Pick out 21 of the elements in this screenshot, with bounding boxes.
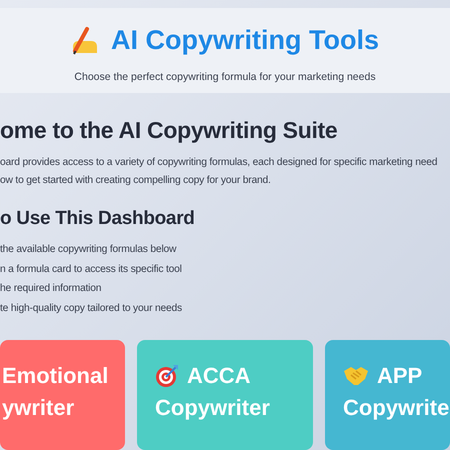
card-title: Copywrite	[343, 394, 450, 422]
card-title: APP	[377, 362, 422, 390]
target-icon	[155, 364, 179, 388]
formula-card[interactable]: APP Copywrite	[325, 340, 450, 450]
page-title: AI Copywriting Tools	[111, 25, 379, 56]
intro-text-line: oard provides access to a variety of copywriting formulas, each designed for specific marketing need	[0, 156, 438, 170]
guide-step: he required information	[0, 279, 450, 298]
formula-card[interactable]: Emotional ywriter	[0, 340, 125, 450]
guide-step: te high-quality copy tailored to your needs	[0, 298, 450, 318]
card-title: ACCA	[187, 362, 251, 390]
intro-text-line: ow to get started with creating compelling copy for your brand.	[0, 174, 272, 188]
guide-step: the available copywriting formulas below	[0, 240, 450, 260]
guide-heading: o Use This Dashboard	[0, 208, 196, 230]
card-title: ywriter	[2, 394, 76, 422]
card-title: Emotional	[2, 362, 108, 390]
formula-card[interactable]: ACCA Copywriter	[137, 340, 313, 450]
guide-step: n a formula card to access its specific tool	[0, 260, 450, 279]
handshake-icon	[343, 365, 369, 387]
page-subtitle: Choose the perfect copywriting formula for your marketing needs	[74, 70, 376, 82]
card-title: Copywriter	[155, 394, 271, 422]
welcome-heading: ome to the AI Copywriting Suite	[0, 117, 338, 144]
